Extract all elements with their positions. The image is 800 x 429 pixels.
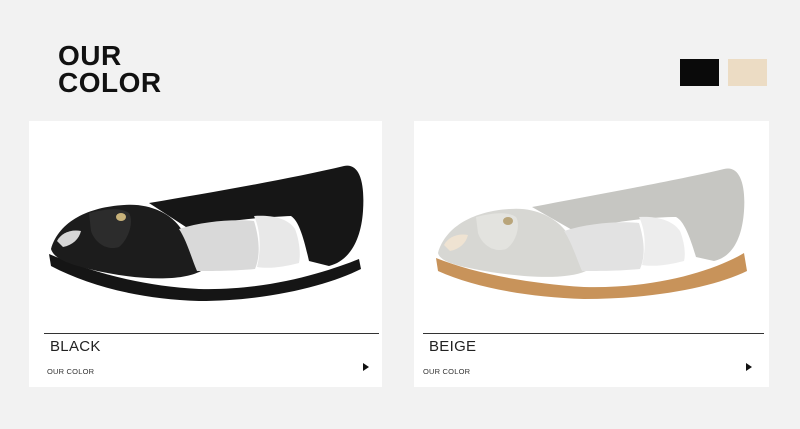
heading-line-2: COLOR xyxy=(58,67,162,98)
subtitle: OUR COLOR xyxy=(47,367,95,376)
product-card-black[interactable]: BLACK OUR COLOR xyxy=(29,121,382,387)
heading-line-1: OUR xyxy=(58,40,122,71)
color-label: BEIGE xyxy=(429,338,477,355)
swatch-beige[interactable] xyxy=(728,59,767,86)
black-shoe-image xyxy=(49,165,364,301)
swatch-black[interactable] xyxy=(680,59,719,86)
subtitle: OUR COLOR xyxy=(423,367,471,376)
product-card-beige[interactable]: BEIGE OUR COLOR xyxy=(414,121,769,387)
beige-shoe-image xyxy=(436,168,747,299)
color-swatches xyxy=(680,59,767,86)
section-heading: OUR COLOR xyxy=(58,40,162,98)
play-arrow-icon[interactable] xyxy=(363,363,369,371)
divider xyxy=(44,333,379,334)
play-arrow-icon[interactable] xyxy=(746,363,752,371)
divider xyxy=(423,333,764,334)
color-label: BLACK xyxy=(50,338,101,355)
